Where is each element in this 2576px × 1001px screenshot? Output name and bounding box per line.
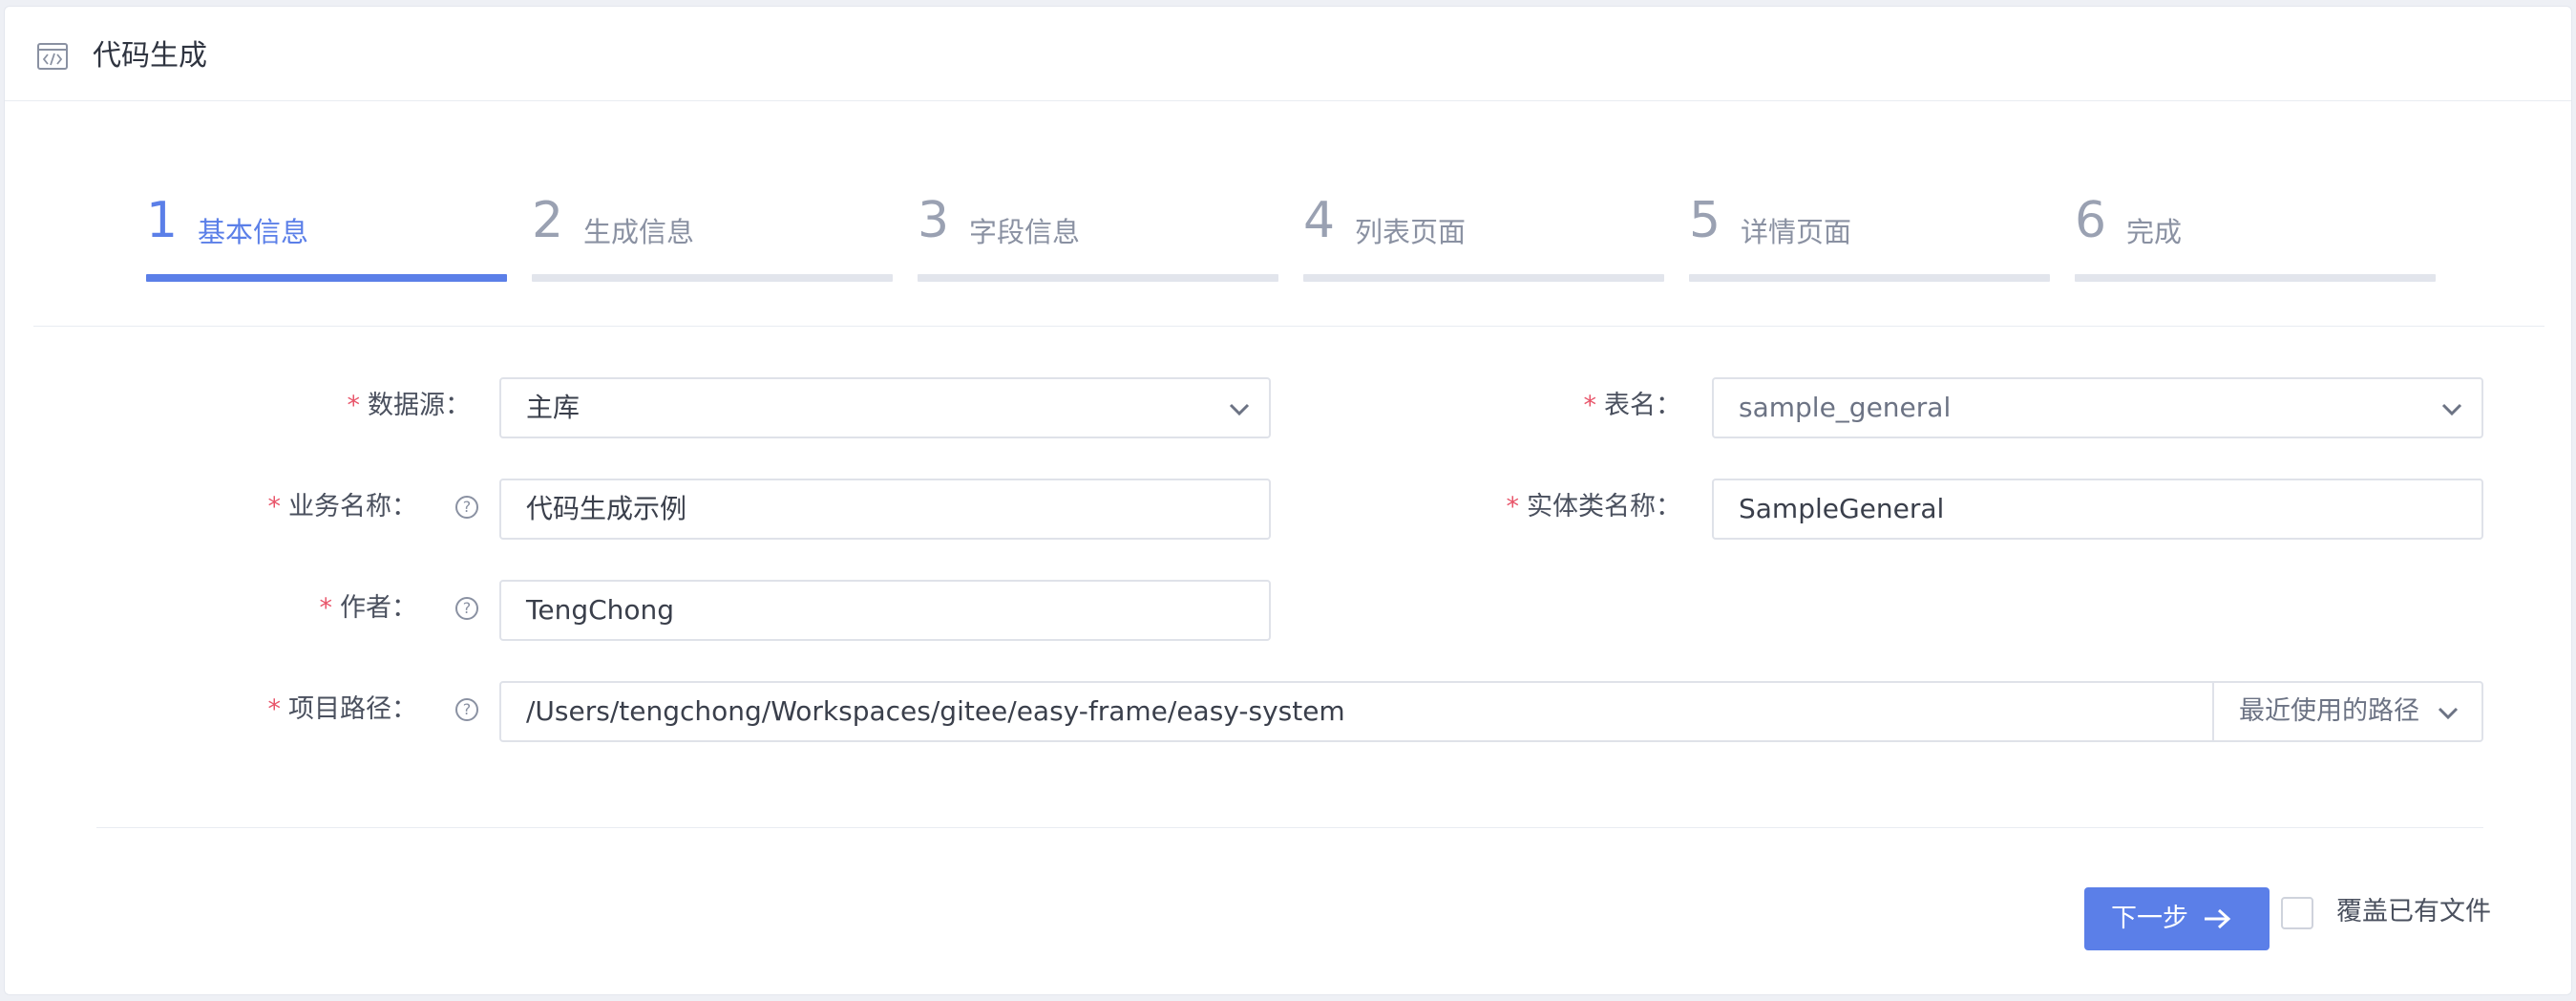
step-progress-bar	[146, 274, 507, 282]
required-mark: *	[1506, 492, 1520, 522]
recent-paths-dropdown[interactable]: 最近使用的路径	[2212, 683, 2481, 740]
step-number: 4	[1303, 192, 1336, 249]
chevron-down-icon	[1229, 403, 1250, 416]
divider	[96, 827, 2483, 828]
required-mark: *	[267, 694, 282, 724]
required-mark: *	[347, 391, 361, 420]
table-name-select[interactable]: sample_general	[1712, 377, 2483, 438]
datasource-label: * 数据源：	[347, 391, 472, 420]
step-label: 详情页面	[1741, 216, 1852, 248]
business-name-input[interactable]: 代码生成示例	[499, 479, 1271, 540]
step-complete[interactable]: 6 完成	[2075, 188, 2436, 282]
author-label: * 作者：	[319, 593, 418, 623]
code-window-icon	[37, 43, 68, 70]
required-mark: *	[267, 492, 282, 522]
business-name-label: * 业务名称：	[267, 492, 418, 522]
arrow-right-icon	[2205, 908, 2231, 929]
step-number: 2	[532, 192, 564, 249]
table-name-value: sample_general	[1739, 392, 1952, 423]
step-progress-bar	[532, 274, 893, 282]
entity-name-label: * 实体类名称：	[1506, 492, 1682, 522]
step-label: 生成信息	[583, 216, 695, 248]
step-label: 基本信息	[198, 216, 309, 248]
page-title: 代码生成	[93, 39, 207, 73]
required-mark: *	[1583, 391, 1597, 420]
step-label: 字段信息	[969, 216, 1081, 248]
step-number: 5	[1689, 192, 1721, 249]
project-path-input[interactable]: /Users/tengchong/Workspaces/gitee/easy-f…	[499, 681, 2483, 742]
chevron-down-icon	[2438, 707, 2459, 720]
project-path-value: /Users/tengchong/Workspaces/gitee/easy-f…	[526, 695, 1345, 727]
step-generate-info[interactable]: 2 生成信息	[532, 188, 893, 282]
datasource-select[interactable]: 主库	[499, 377, 1271, 438]
next-step-label: 下一步	[2111, 904, 2188, 933]
step-progress-bar	[1303, 274, 1664, 282]
entity-name-input[interactable]: SampleGeneral	[1712, 479, 2483, 540]
recent-paths-label: 最近使用的路径	[2239, 696, 2419, 726]
step-number: 6	[2075, 192, 2107, 249]
step-label: 完成	[2126, 216, 2183, 248]
step-number: 3	[918, 192, 950, 249]
author-input[interactable]: TengChong	[499, 580, 1271, 641]
help-icon[interactable]: ?	[455, 698, 478, 721]
step-field-info[interactable]: 3 字段信息	[918, 188, 1278, 282]
chevron-down-icon	[2441, 403, 2462, 416]
step-label: 列表页面	[1355, 216, 1467, 248]
entity-name-value: SampleGeneral	[1739, 493, 1945, 524]
step-list-page[interactable]: 4 列表页面	[1303, 188, 1664, 282]
step-progress-bar	[918, 274, 1278, 282]
code-generator-panel: 代码生成 1 基本信息 2 生成信息 3 字段信息 4 列表页面 5 详情页面	[4, 6, 2572, 995]
panel-header: 代码生成	[5, 7, 2571, 101]
required-mark: *	[319, 593, 333, 623]
steps-nav: 1 基本信息 2 生成信息 3 字段信息 4 列表页面 5 详情页面 6 完成	[146, 188, 2438, 284]
business-name-value: 代码生成示例	[526, 493, 687, 524]
step-detail-page[interactable]: 5 详情页面	[1689, 188, 2050, 282]
step-progress-bar	[2075, 274, 2436, 282]
table-name-label: * 表名：	[1583, 391, 1682, 420]
project-path-label: * 项目路径：	[267, 694, 418, 724]
help-icon[interactable]: ?	[455, 496, 478, 519]
author-value: TengChong	[526, 594, 675, 626]
next-step-button[interactable]: 下一步	[2084, 887, 2270, 950]
overwrite-label[interactable]: 覆盖已有文件	[2336, 893, 2491, 931]
step-progress-bar	[1689, 274, 2050, 282]
divider	[33, 326, 2544, 327]
help-icon[interactable]: ?	[455, 597, 478, 620]
overwrite-checkbox[interactable]	[2281, 897, 2313, 929]
datasource-value: 主库	[526, 392, 581, 423]
step-basic-info[interactable]: 1 基本信息	[146, 188, 507, 282]
step-number: 1	[146, 192, 179, 249]
